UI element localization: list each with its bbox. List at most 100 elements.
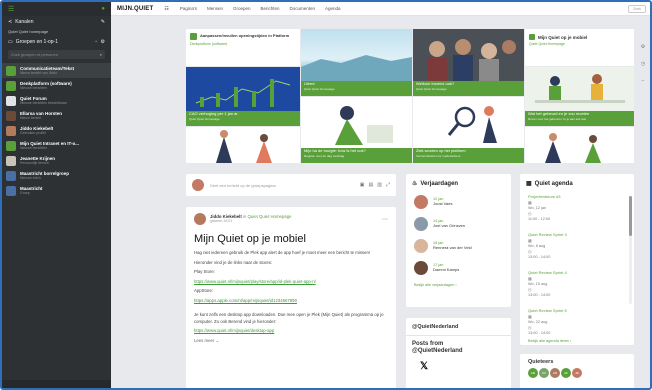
birthdays-more-link[interactable]: Bekijk alle verjaardagen › <box>406 275 511 287</box>
sidebar-item[interactable]: Communicatieteam/Tekst Nieuw bericht van … <box>2 63 111 78</box>
tile-subtitle: Quiet Quiet Homepage <box>529 42 565 46</box>
search-placeholder: Zoek groepen of personen <box>11 52 58 57</box>
sidebar-groepen[interactable]: ▭ Groepen en 1-op-1 + ⚙ <box>2 36 111 47</box>
tile-ulend[interactable]: Ulend Quiet Quiet Homepage <box>301 29 412 96</box>
search-box-label: Zoek <box>633 7 641 11</box>
tile-ziek[interactable]: Ziek worden op het platform Verzuimbeleid… <box>413 97 524 163</box>
post-input[interactable]: Deel een bericht op de groepspagina <box>210 183 354 188</box>
settings-icon[interactable]: ⚙ <box>101 39 105 45</box>
sidebar-item[interactable]: Maastricht Groep <box>2 183 111 198</box>
agenda-time-text: 13:00 - 14:00 <box>528 293 551 297</box>
agenda-item[interactable]: Quiet Review Sprint 4 ▦ Wo, 15 aug ◷ 13:… <box>520 267 634 297</box>
agenda-more-link[interactable]: Bekijk alle agenda items › <box>520 335 634 343</box>
birthday-row[interactable]: 16 jan Rennera van der Veld <box>406 239 511 253</box>
sidebar-item[interactable]: Jiddo Kiekebelt Gebruiker profiel <box>2 123 111 138</box>
tile-illustration-b[interactable] <box>525 127 634 163</box>
sidebar-item[interactable]: Jeanette Krijnen Persoonlijk bericht <box>2 153 111 168</box>
agenda-date-text: Wo, 22 aug <box>528 320 548 324</box>
widget-title: Verjaardagen <box>420 180 459 187</box>
expand-icon[interactable]: ⤢ <box>386 182 390 188</box>
sidebar-current-channel[interactable]: Quiet Quiet homepage <box>2 27 111 36</box>
sidebar-search-input[interactable]: Zoek groepen of personen ⌕ <box>8 50 105 59</box>
nav-item[interactable]: Pagina's <box>180 6 197 11</box>
tile-wat-het-gebeurd[interactable]: Wat het gebeurd en je zou moeten Rozen vo… <box>525 67 634 126</box>
image-icon[interactable]: ▣ <box>360 182 365 188</box>
notifications-icon[interactable]: ● <box>101 6 105 12</box>
group-avatar <box>6 155 16 166</box>
collapse-icon[interactable]: − <box>642 78 645 84</box>
search-illustration <box>447 106 497 143</box>
megaphone-icon <box>190 33 197 40</box>
playstore-link[interactable]: https://www.quiet.nl/mijnquiet/play/stor… <box>194 279 316 284</box>
sidebar-item-subtitle: Nieuwe foto's <box>20 175 41 180</box>
history-icon[interactable]: ◷ <box>641 61 645 67</box>
more-options-icon[interactable]: ⋯ <box>382 216 388 223</box>
menu-icon[interactable]: ☰ <box>8 5 14 13</box>
group-avatar <box>6 110 16 121</box>
post-title: Mijn Quiet op je mobiel <box>194 233 306 245</box>
sidebar-item-subtitle: Nieuwe berichten <box>20 145 48 150</box>
tile-openingstijden[interactable]: Aanpassen/invullen openingstijden in Pla… <box>186 29 300 66</box>
settings-icon[interactable]: ⚙ <box>641 44 645 50</box>
document-icon[interactable]: ▤ <box>369 182 374 188</box>
main-nav: Pagina's Mensen Groepen Berichten Documenten… <box>180 6 351 12</box>
sidebar: ☰ ● ≺ Kanalen ✎ Quiet Quiet homepage ▭ Gro… <box>2 2 111 388</box>
widget-title: Quieteers <box>528 359 554 365</box>
tile-welkom[interactable]: Welkom bovens ook? Quiet Quiet Homepage <box>413 29 524 96</box>
logo[interactable]: MIJN.QUIET <box>117 6 153 12</box>
nav-item[interactable]: Agenda <box>325 6 341 11</box>
scrollbar-thumb[interactable] <box>629 196 632 236</box>
read-more[interactable]: Lees meer ⌄ <box>194 338 388 345</box>
tile-illustration-a[interactable] <box>186 127 300 163</box>
tile-controls: ⚙ ◷ − <box>639 44 647 84</box>
avatar[interactable]: AF <box>561 368 571 378</box>
search-box[interactable]: Zoek <box>628 5 646 13</box>
birthday-row[interactable]: 17 jan Dammi Kamps <box>406 261 511 275</box>
tile-title: Mijn ha de hoogte: how is het ook? <box>304 148 366 153</box>
add-icon[interactable]: + <box>95 39 98 45</box>
attach-icon[interactable]: ▥ <box>377 182 382 188</box>
group-avatar <box>6 95 16 106</box>
agenda-item[interactable]: Projectenbeurs #3 ▦ Wo, 12 jan ◷ 11:00 -… <box>520 191 634 221</box>
nav-item[interactable]: Berichten <box>260 6 279 11</box>
nav-item[interactable]: Groepen <box>233 6 251 11</box>
avatar[interactable]: JD <box>572 368 582 378</box>
sidebar-item[interactable]: Maastricht borrelgroep Nieuwe foto's <box>2 168 111 183</box>
post-paragraph: Je kunt zelfs een desktop app downloaden… <box>194 312 384 324</box>
sidebar-item[interactable]: Quiet Forum Nieuwe berichten beschikbaar <box>2 93 111 108</box>
sidebar-item-subtitle: Gebruiker profiel <box>20 130 46 135</box>
tile-mijn-quiet-mobiel[interactable]: Mijn Quiet op je mobiel Quiet Quiet Home… <box>525 29 634 66</box>
birthday-row[interactable]: 12 jan Joost Vaes <box>406 195 511 209</box>
post-in: in <box>242 214 247 219</box>
avatar[interactable]: AN <box>550 368 560 378</box>
agenda-item-title: Quiet Review Sprint 5 <box>528 308 567 313</box>
agenda-item-title: Quiet Review Sprint 4 <box>528 270 567 275</box>
edit-icon[interactable]: ✎ <box>101 19 105 25</box>
avatar[interactable]: KV <box>539 368 549 378</box>
sidebar-item[interactable]: Ellarsa van Horsten Nieuw bericht <box>2 108 111 123</box>
agenda-item[interactable]: Quiet Review Sprint 3 ▦ Wo, 8 aug ◷ 13:0… <box>520 229 634 259</box>
tile-hoogte[interactable]: Mijn ha de hoogte: how is het ook? Regele… <box>301 97 412 163</box>
agenda-time-text: 13:00 - 14:00 <box>528 255 551 259</box>
tile-cao[interactable]: CAO verhoging per 1 jan ar Quiet Quiet Ho… <box>186 67 300 126</box>
posts-handle[interactable]: @QuietNederland <box>412 348 505 355</box>
tile-subtitle: Quiet Quiet Homepage <box>304 86 335 91</box>
post-group[interactable]: Quiet Quiet Homepage <box>248 214 292 219</box>
desktop-app-link[interactable]: https://www.quiet.nl/mijnquiet/desktop-a… <box>194 328 274 333</box>
sidebar-kanalen[interactable]: ≺ Kanalen ✎ <box>2 16 111 27</box>
birthday-row[interactable]: 14 jan Joel van Grinsven <box>406 217 511 231</box>
avatar[interactable]: AM <box>528 368 538 378</box>
appstore-link[interactable]: https://apps.apple.com/nl/app/mijnquiet/… <box>194 298 297 303</box>
sidebar-item[interactable]: Denkplatform (software) Nieuwe berichten <box>2 78 111 93</box>
new-post-box[interactable]: Deel een bericht op de groepspagina ▣ ▤ … <box>186 174 396 196</box>
nav-item[interactable]: Documenten <box>290 6 316 11</box>
groepen-label: Groepen en 1-op-1 <box>15 38 58 45</box>
sidebar-item[interactable]: Mijn Quiet Intranet en IT-o... Nieuwe ber… <box>2 138 111 153</box>
widget-title: Quiet agenda <box>534 180 573 187</box>
agenda-scrollbar[interactable] <box>629 196 632 304</box>
nav-item[interactable]: Mensen <box>207 6 223 11</box>
agenda-item[interactable]: Quiet Review Sprint 5 ▦ Wo, 22 aug ◷ 13:… <box>520 305 634 335</box>
avatar[interactable] <box>194 213 206 225</box>
agenda-item-title: Quiet Review Sprint 3 <box>528 232 567 237</box>
grid-icon[interactable]: ☷ <box>164 6 168 12</box>
